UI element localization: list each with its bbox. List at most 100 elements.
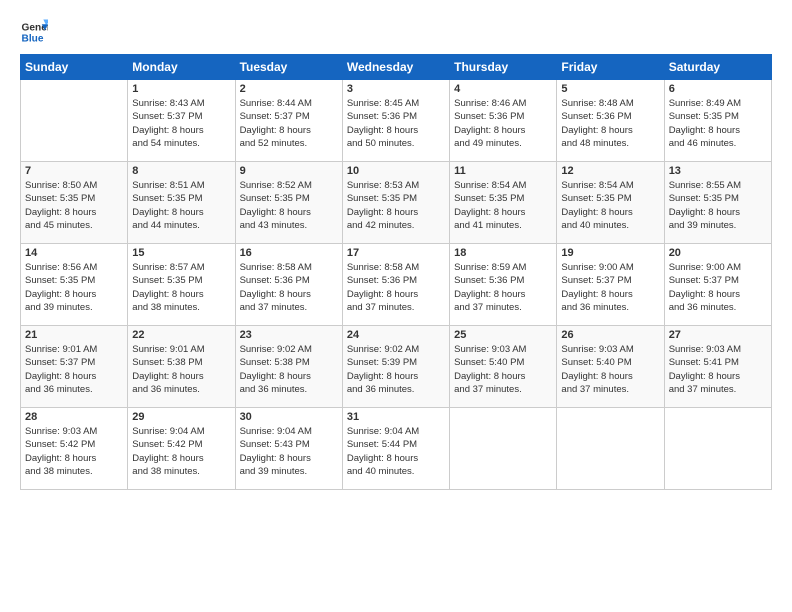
day-info: Sunrise: 9:03 AMSunset: 5:40 PMDaylight:… <box>454 343 552 396</box>
calendar-cell: 1 Sunrise: 8:43 AMSunset: 5:37 PMDaylight… <box>128 80 235 162</box>
day-number: 29 <box>132 411 230 423</box>
calendar-week-3: 14Sunrise: 8:56 AMSunset: 5:35 PMDayligh… <box>21 244 772 326</box>
day-info: Sunrise: 9:00 AMSunset: 5:37 PMDaylight:… <box>669 261 767 314</box>
calendar-week-2: 7 Sunrise: 8:50 AMSunset: 5:35 PMDaylight… <box>21 162 772 244</box>
day-info: Sunrise: 8:59 AMSunset: 5:36 PMDaylight:… <box>454 261 552 314</box>
day-number: 2 <box>240 83 338 95</box>
day-info: Sunrise: 9:04 AMSunset: 5:44 PMDaylight:… <box>347 425 445 478</box>
calendar-body: 1 Sunrise: 8:43 AMSunset: 5:37 PMDaylight… <box>21 80 772 490</box>
day-info: Sunrise: 8:50 AMSunset: 5:35 PMDaylight:… <box>25 179 123 232</box>
calendar-cell <box>557 408 664 490</box>
day-info: Sunrise: 8:49 AMSunset: 5:35 PMDaylight:… <box>669 97 767 150</box>
day-header-sunday: Sunday <box>21 55 128 80</box>
day-number: 28 <box>25 411 123 423</box>
calendar-cell: 28 Sunrise: 9:03 AMSunset: 5:42 PMDayligh… <box>21 408 128 490</box>
day-info: Sunrise: 9:04 AMSunset: 5:42 PMDaylight:… <box>132 425 230 478</box>
calendar-header-row: SundayMondayTuesdayWednesdayThursdayFrid… <box>21 55 772 80</box>
day-header-monday: Monday <box>128 55 235 80</box>
calendar-week-1: 1 Sunrise: 8:43 AMSunset: 5:37 PMDaylight… <box>21 80 772 162</box>
day-header-tuesday: Tuesday <box>235 55 342 80</box>
day-number: 7 <box>25 165 123 177</box>
day-info: Sunrise: 9:03 AMSunset: 5:41 PMDaylight:… <box>669 343 767 396</box>
day-number: 20 <box>669 247 767 259</box>
day-info: Sunrise: 9:03 AMSunset: 5:40 PMDaylight:… <box>561 343 659 396</box>
calendar-cell: 23 Sunrise: 9:02 AMSunset: 5:38 PMDayligh… <box>235 326 342 408</box>
calendar-cell: 13Sunrise: 8:55 AMSunset: 5:35 PMDayligh… <box>664 162 771 244</box>
day-number: 25 <box>454 329 552 341</box>
calendar-cell: 25 Sunrise: 9:03 AMSunset: 5:40 PMDayligh… <box>450 326 557 408</box>
day-info: Sunrise: 9:01 AMSunset: 5:38 PMDaylight:… <box>132 343 230 396</box>
calendar-cell: 16 Sunrise: 8:58 AMSunset: 5:36 PMDayligh… <box>235 244 342 326</box>
day-number: 1 <box>132 83 230 95</box>
day-info: Sunrise: 8:58 AMSunset: 5:36 PMDaylight:… <box>240 261 338 314</box>
day-info: Sunrise: 8:43 AMSunset: 5:37 PMDaylight:… <box>132 97 230 150</box>
calendar-cell: 27 Sunrise: 9:03 AMSunset: 5:41 PMDayligh… <box>664 326 771 408</box>
calendar-cell <box>21 80 128 162</box>
calendar-cell: 29 Sunrise: 9:04 AMSunset: 5:42 PMDayligh… <box>128 408 235 490</box>
day-number: 17 <box>347 247 445 259</box>
day-info: Sunrise: 9:01 AMSunset: 5:37 PMDaylight:… <box>25 343 123 396</box>
day-number: 3 <box>347 83 445 95</box>
logo: General Blue <box>20 18 48 46</box>
day-number: 13 <box>669 165 767 177</box>
calendar-cell <box>664 408 771 490</box>
calendar-cell: 9Sunrise: 8:52 AMSunset: 5:35 PMDaylight… <box>235 162 342 244</box>
calendar-week-4: 21 Sunrise: 9:01 AMSunset: 5:37 PMDayligh… <box>21 326 772 408</box>
day-number: 4 <box>454 83 552 95</box>
day-number: 21 <box>25 329 123 341</box>
logo-icon: General Blue <box>20 18 48 46</box>
calendar-cell: 26Sunrise: 9:03 AMSunset: 5:40 PMDayligh… <box>557 326 664 408</box>
day-number: 15 <box>132 247 230 259</box>
calendar-cell: 5 Sunrise: 8:48 AMSunset: 5:36 PMDaylight… <box>557 80 664 162</box>
day-info: Sunrise: 8:44 AMSunset: 5:37 PMDaylight:… <box>240 97 338 150</box>
day-info: Sunrise: 8:53 AMSunset: 5:35 PMDaylight:… <box>347 179 445 232</box>
calendar-week-5: 28 Sunrise: 9:03 AMSunset: 5:42 PMDayligh… <box>21 408 772 490</box>
day-number: 19 <box>561 247 659 259</box>
calendar-cell: 17Sunrise: 8:58 AMSunset: 5:36 PMDayligh… <box>342 244 449 326</box>
calendar-cell: 15 Sunrise: 8:57 AMSunset: 5:35 PMDayligh… <box>128 244 235 326</box>
calendar-cell: 8 Sunrise: 8:51 AMSunset: 5:35 PMDaylight… <box>128 162 235 244</box>
day-info: Sunrise: 9:00 AMSunset: 5:37 PMDaylight:… <box>561 261 659 314</box>
calendar-table: SundayMondayTuesdayWednesdayThursdayFrid… <box>20 54 772 490</box>
day-info: Sunrise: 8:54 AMSunset: 5:35 PMDaylight:… <box>561 179 659 232</box>
page-header: General Blue <box>20 18 772 46</box>
calendar-cell: 18 Sunrise: 8:59 AMSunset: 5:36 PMDayligh… <box>450 244 557 326</box>
day-info: Sunrise: 8:51 AMSunset: 5:35 PMDaylight:… <box>132 179 230 232</box>
day-number: 12 <box>561 165 659 177</box>
day-info: Sunrise: 9:03 AMSunset: 5:42 PMDaylight:… <box>25 425 123 478</box>
day-number: 22 <box>132 329 230 341</box>
calendar-cell: 22 Sunrise: 9:01 AMSunset: 5:38 PMDayligh… <box>128 326 235 408</box>
day-number: 11 <box>454 165 552 177</box>
day-number: 14 <box>25 247 123 259</box>
day-info: Sunrise: 8:46 AMSunset: 5:36 PMDaylight:… <box>454 97 552 150</box>
calendar-cell <box>450 408 557 490</box>
day-number: 30 <box>240 411 338 423</box>
day-info: Sunrise: 8:45 AMSunset: 5:36 PMDaylight:… <box>347 97 445 150</box>
day-info: Sunrise: 9:02 AMSunset: 5:38 PMDaylight:… <box>240 343 338 396</box>
day-info: Sunrise: 8:48 AMSunset: 5:36 PMDaylight:… <box>561 97 659 150</box>
day-header-friday: Friday <box>557 55 664 80</box>
day-number: 23 <box>240 329 338 341</box>
calendar-cell: 11Sunrise: 8:54 AMSunset: 5:35 PMDayligh… <box>450 162 557 244</box>
calendar-cell: 2 Sunrise: 8:44 AMSunset: 5:37 PMDaylight… <box>235 80 342 162</box>
day-info: Sunrise: 9:02 AMSunset: 5:39 PMDaylight:… <box>347 343 445 396</box>
calendar-cell: 12 Sunrise: 8:54 AMSunset: 5:35 PMDayligh… <box>557 162 664 244</box>
calendar-cell: 10Sunrise: 8:53 AMSunset: 5:35 PMDayligh… <box>342 162 449 244</box>
day-header-saturday: Saturday <box>664 55 771 80</box>
calendar-cell: 19 Sunrise: 9:00 AMSunset: 5:37 PMDayligh… <box>557 244 664 326</box>
day-number: 5 <box>561 83 659 95</box>
calendar-cell: 4 Sunrise: 8:46 AMSunset: 5:36 PMDaylight… <box>450 80 557 162</box>
calendar-cell: 3 Sunrise: 8:45 AMSunset: 5:36 PMDaylight… <box>342 80 449 162</box>
day-number: 27 <box>669 329 767 341</box>
day-number: 18 <box>454 247 552 259</box>
svg-text:Blue: Blue <box>22 33 44 44</box>
day-number: 24 <box>347 329 445 341</box>
day-info: Sunrise: 8:57 AMSunset: 5:35 PMDaylight:… <box>132 261 230 314</box>
day-header-thursday: Thursday <box>450 55 557 80</box>
day-number: 8 <box>132 165 230 177</box>
calendar-cell: 31Sunrise: 9:04 AMSunset: 5:44 PMDayligh… <box>342 408 449 490</box>
calendar-cell: 20 Sunrise: 9:00 AMSunset: 5:37 PMDayligh… <box>664 244 771 326</box>
day-info: Sunrise: 9:04 AMSunset: 5:43 PMDaylight:… <box>240 425 338 478</box>
calendar-cell: 14Sunrise: 8:56 AMSunset: 5:35 PMDayligh… <box>21 244 128 326</box>
day-number: 16 <box>240 247 338 259</box>
